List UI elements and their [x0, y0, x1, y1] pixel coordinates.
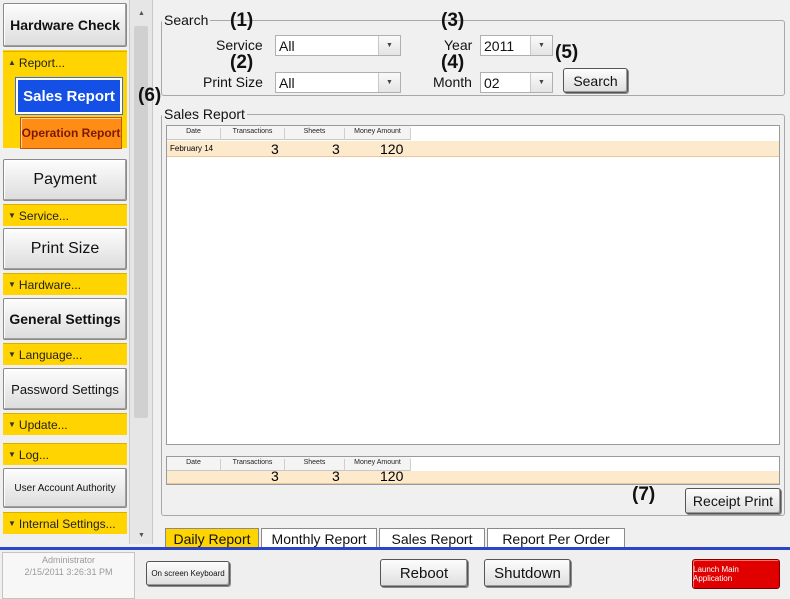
callout-2: (2): [230, 52, 254, 73]
chevron-down-icon[interactable]: ▼: [378, 36, 400, 55]
log-section-header[interactable]: ▼ Log...: [3, 443, 127, 465]
internal-settings-section-header[interactable]: ▼ Internal Settings...: [3, 512, 127, 534]
print-size-select-value: All: [279, 75, 295, 91]
print-size-label: Print Size: [203, 74, 263, 90]
general-settings-button[interactable]: General Settings: [3, 298, 127, 340]
print-size-button[interactable]: Print Size: [3, 228, 127, 270]
column-header-date[interactable]: Date: [167, 128, 221, 140]
tab-monthly-report[interactable]: Monthly Report: [261, 528, 377, 548]
update-section-header[interactable]: ▼ Update...: [3, 413, 127, 435]
hardware-section-label: Hardware...: [18, 277, 81, 292]
launch-main-application-button[interactable]: Launch Main Application: [692, 559, 780, 589]
totals-header: Date Transactions Sheets Money Amount: [167, 457, 411, 471]
callout-6: (6): [138, 85, 162, 106]
log-section-label: Log...: [18, 447, 49, 462]
chevron-down-icon[interactable]: ▼: [530, 73, 552, 92]
service-select-value: All: [279, 38, 295, 54]
cell-transactions: 3: [271, 141, 279, 157]
callout-1: (1): [230, 10, 254, 31]
totals-row: 3 3 120: [167, 468, 779, 484]
internal-settings-section-label: Internal Settings...: [18, 516, 116, 531]
month-select[interactable]: 02 ▼: [480, 72, 553, 93]
sidebar-scrollbar[interactable]: ▲ ▼: [129, 0, 153, 544]
chevron-down-icon: ▼: [8, 280, 16, 289]
receipt-print-button[interactable]: Receipt Print: [685, 488, 781, 514]
callout-5: (5): [555, 42, 579, 63]
cell-money-amount: 120: [380, 141, 404, 157]
year-select-value: 2011: [484, 38, 515, 54]
reboot-button[interactable]: Reboot: [380, 559, 468, 587]
service-section-label: Service...: [18, 208, 69, 223]
shutdown-button[interactable]: Shutdown: [484, 559, 571, 587]
service-label: Service: [216, 37, 263, 53]
language-section-label: Language...: [18, 347, 83, 362]
main-panel: Search Service All ▼ Print Size All ▼ Ye…: [138, 0, 790, 544]
operation-report-button[interactable]: Operation Report: [20, 117, 122, 149]
current-datetime: 2/15/2011 3:26:31 PM: [24, 567, 113, 577]
chevron-down-icon: ▼: [8, 519, 16, 528]
search-button[interactable]: Search: [563, 68, 628, 93]
hardware-check-button[interactable]: Hardware Check: [3, 3, 127, 47]
callout-3: (3): [441, 10, 465, 31]
service-select[interactable]: All ▼: [275, 35, 401, 56]
chevron-up-icon: ▲: [8, 58, 16, 67]
column-header-money-amount[interactable]: Money Amount: [345, 128, 411, 140]
hardware-section-header[interactable]: ▼ Hardware...: [3, 273, 127, 295]
sales-report-button[interactable]: Sales Report: [15, 77, 123, 115]
chevron-down-icon: ▼: [8, 211, 16, 220]
table-header: Date Transactions Sheets Money Amount: [167, 126, 411, 140]
user-name: Administrator: [41, 555, 95, 565]
report-section-label: Report...: [18, 55, 65, 70]
column-header-transactions[interactable]: Transactions: [221, 128, 285, 140]
scroll-up-icon[interactable]: ▲: [131, 2, 152, 24]
year-label: Year: [444, 37, 473, 53]
chevron-down-icon[interactable]: ▼: [378, 73, 400, 92]
sales-report-totals-table: Date Transactions Sheets Money Amount 3 …: [166, 456, 780, 485]
password-settings-button[interactable]: Password Settings: [3, 368, 127, 410]
chevron-down-icon: ▼: [8, 420, 16, 429]
sales-report-table[interactable]: Date Transactions Sheets Money Amount Fe…: [166, 125, 780, 445]
sales-report-group-title: Sales Report: [164, 106, 245, 122]
search-group-title: Search: [164, 12, 209, 28]
chevron-down-icon: ▼: [8, 350, 16, 359]
total-sheets: 3: [332, 468, 340, 484]
payment-button[interactable]: Payment: [3, 159, 127, 201]
chevron-down-icon: ▼: [8, 450, 16, 459]
language-section-header[interactable]: ▼ Language...: [3, 343, 127, 365]
cell-date: February 14: [170, 144, 214, 153]
on-screen-keyboard-button[interactable]: On screen Keyboard: [146, 561, 230, 586]
scroll-down-icon[interactable]: ▼: [131, 524, 152, 546]
column-header-sheets[interactable]: Sheets: [285, 128, 345, 140]
print-size-select[interactable]: All ▼: [275, 72, 401, 93]
callout-4: (4): [441, 52, 465, 73]
tab-sales-report[interactable]: Sales Report: [379, 528, 485, 548]
month-select-value: 02: [484, 75, 500, 91]
year-select[interactable]: 2011 ▼: [480, 35, 553, 56]
cell-sheets: 3: [332, 141, 340, 157]
report-section-header[interactable]: ▲ Report...: [3, 51, 127, 73]
sidebar: Hardware Check ▲ Report... Sales Report …: [0, 0, 128, 544]
totals-header-date: Date: [167, 459, 221, 471]
user-status-box: Administrator 2/15/2011 3:26:31 PM: [2, 552, 135, 599]
app-window: Hardware Check ▲ Report... Sales Report …: [0, 0, 790, 599]
service-section-header[interactable]: ▼ Service...: [3, 204, 127, 226]
month-label: Month: [433, 74, 472, 90]
table-row[interactable]: February 14 3 3 120: [167, 141, 779, 157]
chevron-down-icon[interactable]: ▼: [530, 36, 552, 55]
total-money-amount: 120: [380, 468, 404, 484]
bottom-bar: Administrator 2/15/2011 3:26:31 PM On sc…: [0, 547, 790, 599]
tab-report-per-order[interactable]: Report Per Order: [487, 528, 625, 548]
total-transactions: 3: [271, 468, 279, 484]
tab-daily-report[interactable]: Daily Report: [165, 528, 259, 548]
update-section-label: Update...: [18, 417, 68, 432]
user-account-authority-button[interactable]: User Account Authority: [3, 468, 127, 508]
